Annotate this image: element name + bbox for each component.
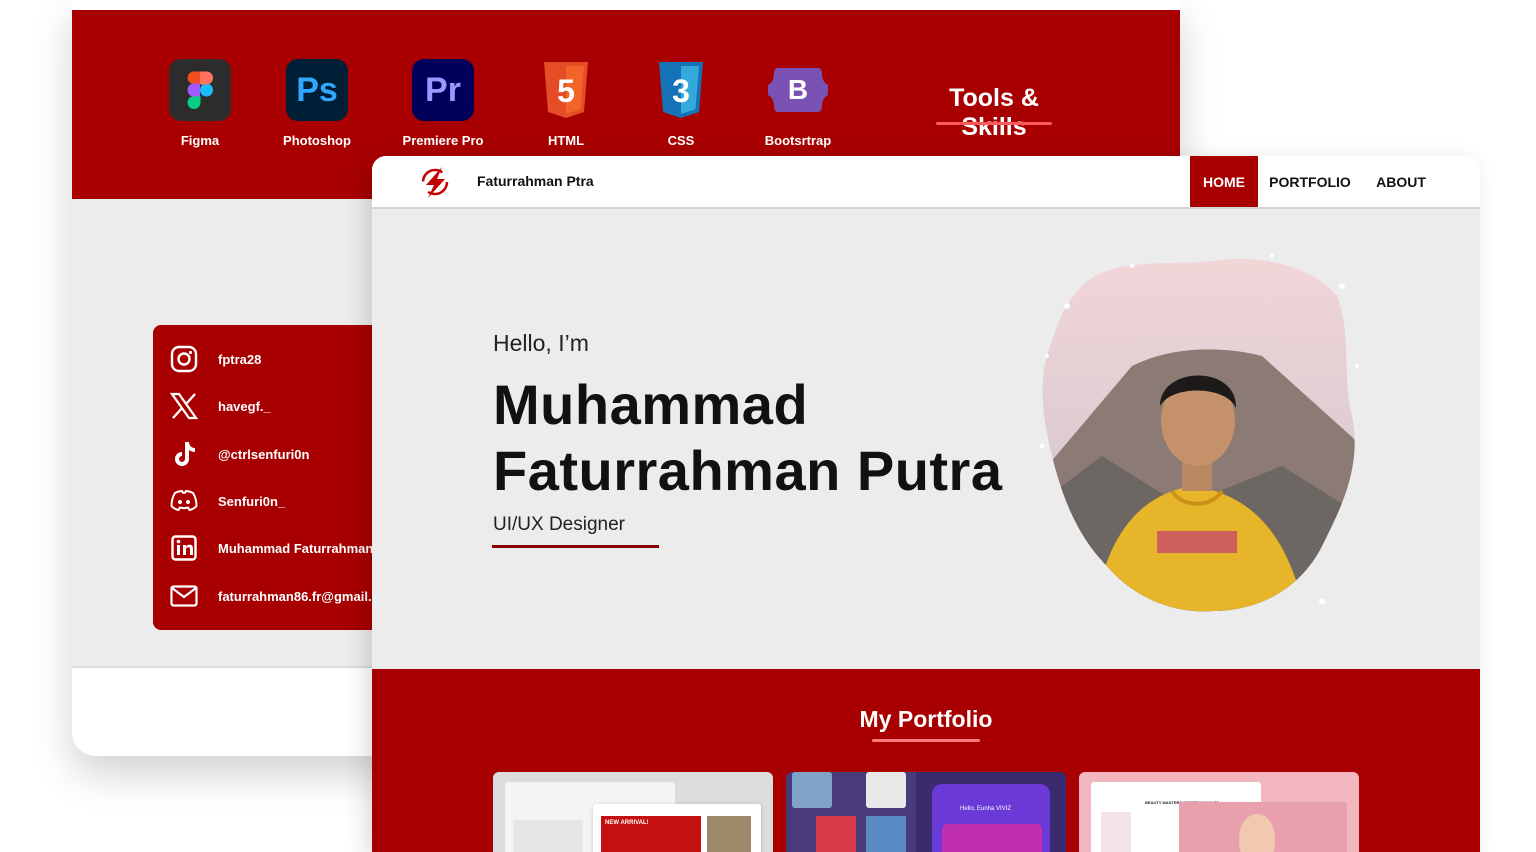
portfolio-title: My Portfolio — [859, 706, 993, 732]
tool-label: Photoshop — [283, 133, 351, 148]
social-tiktok[interactable]: @ctrlsenfuri0n — [169, 439, 309, 469]
title-underline — [936, 122, 1052, 125]
social-instagram[interactable]: fptra28 — [169, 344, 261, 374]
svg-text:B: B — [788, 74, 808, 105]
mail-icon — [169, 581, 199, 611]
social-handle: Muhammad Faturrahman — [218, 540, 374, 556]
linkedin-icon — [169, 533, 199, 563]
svg-text:5: 5 — [557, 73, 575, 109]
tool-photoshop: Ps Photoshop — [262, 59, 372, 148]
brand-name[interactable]: Faturrahman Ptra — [477, 173, 594, 189]
window-top-bar — [72, 0, 1180, 10]
x-twitter-icon — [169, 391, 199, 421]
social-handle: @ctrlsenfuri0n — [218, 446, 310, 462]
tool-html: 5 HTML — [511, 59, 621, 148]
card-banner: NEW ARRIVAL! — [605, 820, 649, 826]
tool-premiere-pro: Pr Premiere Pro — [388, 59, 498, 148]
nav-portfolio[interactable]: PORTFOLIO — [1264, 156, 1356, 207]
social-handle: faturrahman86.fr@gmail. — [218, 588, 372, 604]
instagram-icon — [169, 344, 199, 374]
hero-role: UI/UX Designer — [493, 514, 625, 535]
tool-label: Figma — [180, 133, 220, 148]
card-banner: Hello, Eunha VIVIZ — [960, 806, 1012, 812]
tool-label: CSS — [667, 133, 695, 148]
social-linkedin[interactable]: Muhammad Faturrahman — [169, 533, 373, 563]
portfolio-card-mobile-app[interactable]: Hello, Eunha VIVIZ — [786, 772, 1066, 852]
tool-css: 3 CSS — [626, 59, 736, 148]
tiktok-icon — [169, 439, 199, 469]
portfolio-section: My Portfolio NEW ARRIVAL! Hello, Eunha V… — [372, 669, 1480, 852]
discord-icon — [169, 486, 199, 516]
figma-icon — [169, 59, 231, 121]
hero-name: Muhammad Faturrahman Putra — [493, 372, 1003, 504]
nav-about[interactable]: ABOUT — [1368, 156, 1434, 207]
portfolio-card-beauty-site[interactable]: BEAUTY MASTERS EXPERT INSIGHTS — [1079, 772, 1359, 852]
navbar: Faturrahman Ptra HOME PORTFOLIO ABOUT — [372, 156, 1480, 209]
hero-greeting: Hello, I’m — [493, 330, 589, 356]
tool-figma: Figma — [145, 59, 255, 148]
tool-bootstrap: B Bootsrtrap — [743, 59, 853, 148]
social-x[interactable]: havegf._ — [169, 391, 271, 421]
photoshop-icon: Ps — [286, 59, 348, 121]
tool-label: HTML — [547, 133, 585, 148]
portfolio-card-sneaker-store[interactable]: NEW ARRIVAL! — [493, 772, 773, 852]
role-underline — [492, 545, 659, 548]
svg-text:3: 3 — [672, 73, 690, 109]
title-underline — [872, 739, 980, 742]
social-handle: fptra28 — [218, 351, 262, 367]
hero-name-line2: Faturrahman Putra — [493, 439, 1003, 502]
tools-skills-title: Tools & Skills — [949, 84, 1039, 141]
social-handle: havegf._ — [218, 398, 271, 414]
portfolio-window: Faturrahman Ptra HOME PORTFOLIO ABOUT He… — [372, 156, 1480, 852]
social-email[interactable]: faturrahman86.fr@gmail. — [169, 581, 372, 611]
social-handle: Senfuri0n_ — [218, 493, 286, 509]
profile-photo — [1022, 246, 1362, 626]
brand-logo-icon[interactable] — [418, 165, 452, 199]
premiere-pro-icon: Pr — [412, 59, 474, 121]
css3-icon: 3 — [650, 59, 712, 121]
tool-label: Premiere Pro — [402, 133, 484, 148]
bootstrap-icon: B — [767, 59, 829, 121]
nav-home[interactable]: HOME — [1190, 156, 1258, 207]
tool-label: Bootsrtrap — [764, 133, 832, 148]
hero-name-line1: Muhammad — [493, 373, 809, 436]
social-discord[interactable]: Senfuri0n_ — [169, 486, 285, 516]
html5-icon: 5 — [535, 59, 597, 121]
